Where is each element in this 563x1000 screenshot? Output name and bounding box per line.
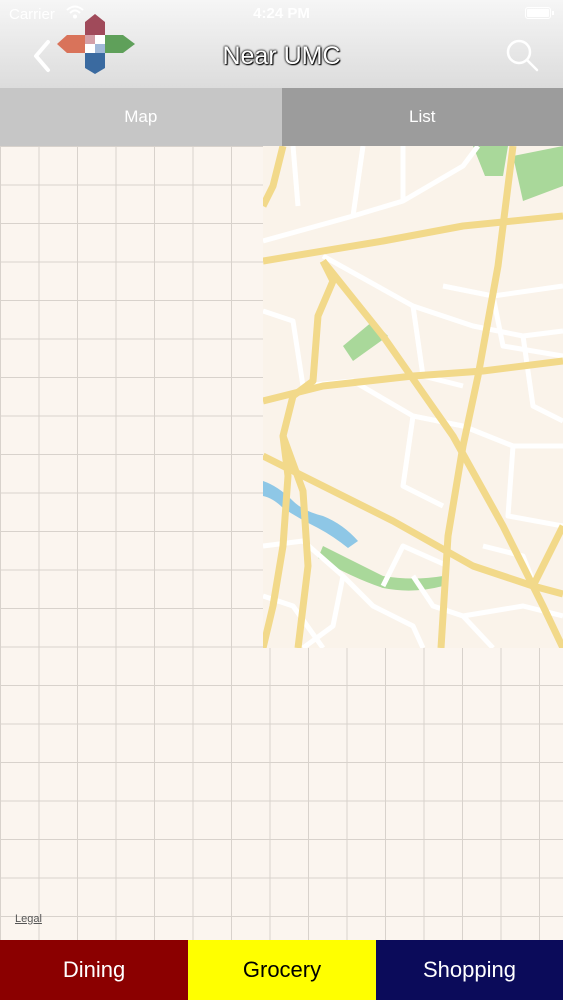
map-tile bbox=[259, 146, 563, 651]
map-legal-link[interactable]: Legal bbox=[15, 913, 42, 925]
nav-bar: Carrier 4:24 PM Near UMC bbox=[0, 0, 563, 89]
tab-list[interactable]: List bbox=[281, 88, 563, 146]
category-dining-button[interactable]: Dining bbox=[0, 940, 188, 1000]
page-title: Near UMC bbox=[222, 42, 341, 70]
category-bar: Dining Grocery Shopping bbox=[0, 940, 563, 1000]
search-icon bbox=[506, 39, 539, 72]
category-grocery-button[interactable]: Grocery bbox=[188, 940, 376, 1000]
map-view[interactable]: Legal bbox=[0, 146, 563, 940]
battery-icon bbox=[525, 7, 554, 19]
tab-map[interactable]: Map bbox=[0, 88, 282, 146]
search-button[interactable] bbox=[505, 38, 539, 72]
view-tabs: Map List bbox=[0, 88, 563, 146]
category-shopping-button[interactable]: Shopping bbox=[376, 940, 563, 1000]
